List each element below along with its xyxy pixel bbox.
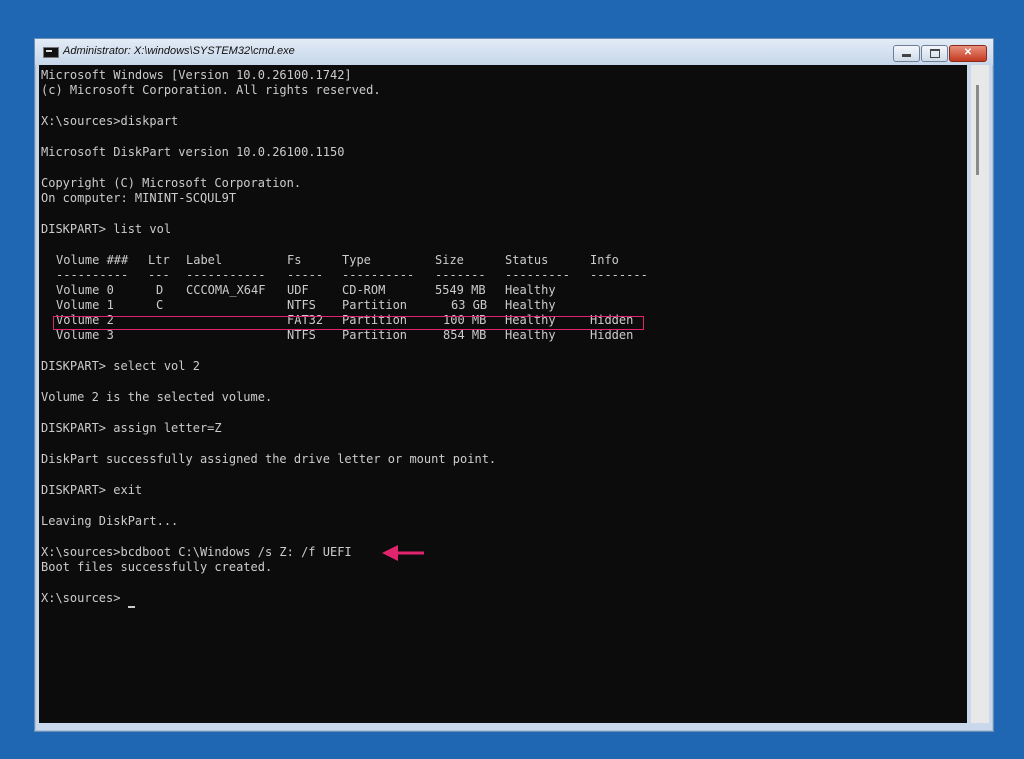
table-cell: NTFS	[287, 298, 316, 312]
console-line: Volume 2 is the selected volume.	[41, 390, 273, 404]
table-separator: ---	[148, 268, 170, 282]
table-cell: 854 MB	[443, 328, 487, 342]
console-line: DISKPART> assign letter=Z	[41, 421, 222, 435]
table-cell: Volume 3	[56, 328, 114, 342]
table-cell: Volume 1	[56, 298, 114, 312]
vertical-scrollbar[interactable]	[971, 65, 989, 723]
scrollbar-thumb[interactable]	[976, 85, 979, 175]
table-cell: Partition	[342, 298, 408, 312]
table-cell: NTFS	[287, 328, 316, 342]
console-line: X:\sources>diskpart	[41, 114, 179, 128]
console-output[interactable]: Microsoft Windows [Version 10.0.26100.17…	[39, 65, 967, 723]
title-bar[interactable]: Administrator: X:\windows\SYSTEM32\cmd.e…	[35, 39, 993, 65]
table-header: Info	[590, 253, 619, 267]
console-line: X:\sources>	[41, 591, 121, 605]
table-cell: C	[156, 298, 164, 312]
table-separator: -----------	[186, 268, 266, 282]
table-cell: D	[156, 283, 164, 297]
table-cell: 5549 MB	[435, 283, 486, 297]
table-header: Type	[342, 253, 371, 267]
minimize-icon	[902, 53, 911, 57]
table-cell: CCCOMA_X64F	[186, 283, 266, 297]
table-separator: -----	[287, 268, 324, 282]
console-line: X:\sources>bcdboot C:\Windows /s Z: /f U…	[41, 545, 352, 559]
close-icon: ✕	[963, 47, 973, 58]
table-cell: Healthy	[505, 328, 556, 342]
console-line: DISKPART> select vol 2	[41, 359, 200, 373]
close-button[interactable]: ✕	[949, 45, 987, 62]
table-header: Ltr	[148, 253, 170, 267]
table-cell: Healthy	[505, 298, 556, 312]
table-cell: Hidden	[590, 328, 634, 342]
cmd-window: Administrator: X:\windows\SYSTEM32\cmd.e…	[34, 38, 994, 732]
table-header: Status	[505, 253, 549, 267]
console-line: On computer: MININT-SCQUL9T	[41, 191, 237, 205]
minimize-button[interactable]	[893, 45, 920, 62]
table-header: Label	[186, 253, 223, 267]
console-line: Leaving DiskPart...	[41, 514, 179, 528]
table-header: Volume ###	[56, 253, 129, 267]
table-cell: UDF	[287, 283, 309, 297]
annotation-arrow-icon	[382, 545, 424, 561]
table-separator: ----------	[342, 268, 415, 282]
table-separator: ----------	[56, 268, 129, 282]
console-line: Boot files successfully created.	[41, 560, 273, 574]
console-line: DISKPART> list vol	[41, 222, 172, 236]
table-header: Fs	[287, 253, 302, 267]
table-separator: ---------	[505, 268, 571, 282]
console-line: DISKPART> exit	[41, 483, 143, 497]
table-cell: 63 GB	[451, 298, 488, 312]
volume-2-highlight-box	[53, 316, 644, 330]
table-separator: --------	[590, 268, 648, 282]
console-line: Copyright (C) Microsoft Corporation.	[41, 176, 302, 190]
cmd-app-icon[interactable]	[43, 47, 59, 58]
table-cell: CD-ROM	[342, 283, 386, 297]
console-line: Microsoft DiskPart version 10.0.26100.11…	[41, 145, 345, 159]
table-header: Size	[435, 253, 464, 267]
console-line: Microsoft Windows [Version 10.0.26100.17…	[41, 68, 352, 82]
text-cursor	[128, 606, 135, 608]
console-line: (c) Microsoft Corporation. All rights re…	[41, 83, 381, 97]
table-cell: Healthy	[505, 283, 556, 297]
table-cell: Volume 0	[56, 283, 114, 297]
maximize-button[interactable]	[921, 45, 948, 62]
window-title: Administrator: X:\windows\SYSTEM32\cmd.e…	[63, 45, 295, 57]
console-line: DiskPart successfully assigned the drive…	[41, 452, 497, 466]
table-cell: Partition	[342, 328, 408, 342]
maximize-icon	[929, 49, 940, 59]
table-separator: -------	[435, 268, 486, 282]
